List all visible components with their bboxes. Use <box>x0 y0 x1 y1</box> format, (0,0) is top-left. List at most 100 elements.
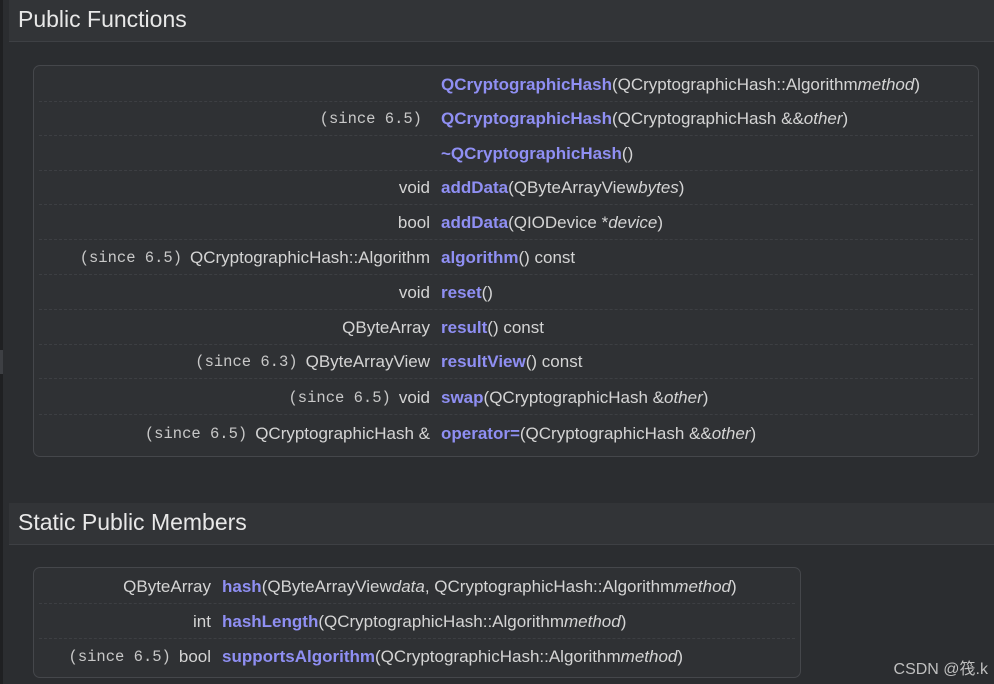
since-version: (since 6.5) <box>144 425 248 443</box>
table-row: void addData (QByteArrayView bytes) <box>39 171 973 205</box>
table-row: (since 6.5) QCryptographicHash (QCryptogr… <box>39 102 973 136</box>
signature-cell: algorithm() const <box>441 241 575 274</box>
table-row: (since 6.3) QByteArrayView resultView() c… <box>39 345 973 379</box>
return-type: int <box>193 611 211 631</box>
table-row: (since 6.5) void swap (QCryptographicHash … <box>39 381 973 415</box>
signature-cell: addData (QByteArrayView bytes) <box>441 171 684 204</box>
section-header-static-public-members: Static Public Members <box>9 503 994 545</box>
function-link[interactable]: hash <box>222 577 262 597</box>
param-name: device <box>608 212 658 232</box>
param-name: data <box>391 576 425 596</box>
signature-args: (QCryptographicHash::Algorithm <box>375 647 621 666</box>
signature-cell: addData (QIODevice * device) <box>441 206 663 239</box>
param-name: method <box>620 647 678 666</box>
signature-close: ) <box>702 387 709 407</box>
return-type-cell: void <box>39 276 430 309</box>
return-type-cell: void <box>39 171 430 204</box>
signature-args: (QByteArrayView <box>508 177 639 197</box>
return-type-cell: QByteArray <box>39 311 430 344</box>
signature-close: ) <box>914 74 921 94</box>
section-header-public-functions: Public Functions <box>9 0 994 42</box>
return-type: void <box>398 282 430 302</box>
function-link[interactable]: addData <box>441 213 508 233</box>
param-name: method <box>857 74 915 94</box>
return-type-cell: bool <box>39 206 430 239</box>
function-link[interactable]: supportsAlgorithm <box>222 647 375 667</box>
signature-cell: resultView() const <box>441 345 582 378</box>
table-row: bool addData (QIODevice * device) <box>39 206 973 240</box>
signature-cell: hash (QByteArrayView data, QCryptographic… <box>222 570 737 603</box>
signature-close: ) <box>677 647 684 666</box>
signature-args: (QCryptographicHash & <box>483 387 664 407</box>
signature-args: (QCryptographicHash::Algorithm <box>611 74 858 94</box>
since-version: (since 6.5) <box>79 248 183 267</box>
return-type-cell: QByteArray <box>39 570 211 603</box>
return-type: void <box>398 387 430 407</box>
signature-args: () const <box>518 247 576 267</box>
function-link[interactable]: resultView <box>441 352 526 372</box>
return-type-cell: int <box>39 605 211 638</box>
return-type-cell: (since 6.5) <box>39 102 430 135</box>
return-type: void <box>398 177 430 197</box>
param-name: other <box>711 424 751 443</box>
table-row: QByteArray result() const <box>39 311 973 345</box>
signature-close: ) <box>842 108 849 128</box>
signature-cell: swap (QCryptographicHash & other) <box>441 381 708 414</box>
return-type: QCryptographicHash::Algorithm <box>190 247 430 267</box>
signature-args: () const <box>525 351 583 371</box>
section-title-static-public-members: Static Public Members <box>18 509 247 535</box>
table-row: (since 6.5) QCryptographicHash::Algorithm… <box>39 241 973 275</box>
return-type-cell: (since 6.5) QCryptographicHash::Algorithm <box>39 241 430 274</box>
signature-args: (QByteArrayView <box>261 576 392 596</box>
signature-args: () <box>621 143 634 163</box>
signature-close: ) <box>678 177 685 197</box>
signature-cell: QCryptographicHash (QCryptographicHash &&… <box>441 102 848 135</box>
function-link[interactable]: ~QCryptographicHash <box>441 144 622 164</box>
signature-close: ) <box>750 424 757 443</box>
function-link[interactable]: algorithm <box>441 248 518 268</box>
since-version: (since 6.5) <box>319 109 422 128</box>
signature-cell: reset() <box>441 276 493 309</box>
param-name: bytes <box>638 177 679 197</box>
function-link[interactable]: QCryptographicHash <box>441 109 612 129</box>
table-row: ~QCryptographicHash() <box>39 137 973 171</box>
function-link[interactable]: operator= <box>441 424 520 444</box>
signature-cell: hashLength (QCryptographicHash::Algorithm… <box>222 605 626 638</box>
left-edge-highlight <box>0 350 3 374</box>
signature-cell: result() const <box>441 311 544 344</box>
table-row: (since 6.5) QCryptographicHash & operator… <box>39 417 973 451</box>
signature-close: ) <box>657 212 664 232</box>
since-version: (since 6.5) <box>288 388 391 407</box>
table-row: QCryptographicHash (QCryptographicHash::A… <box>39 68 973 102</box>
return-type: QByteArray <box>342 317 430 337</box>
signature-args: () const <box>487 317 544 337</box>
signature-cell: supportsAlgorithm (QCryptographicHash::Al… <box>222 640 683 674</box>
signature-close: ) <box>730 576 737 596</box>
signature-cell: QCryptographicHash (QCryptographicHash::A… <box>441 68 920 101</box>
signature-cell: ~QCryptographicHash() <box>441 137 633 170</box>
return-type-cell: (since 6.5) bool <box>39 640 211 674</box>
signature-args: (QCryptographicHash && <box>611 108 804 128</box>
since-version: (since 6.5) <box>68 648 171 666</box>
table-row: int hashLength (QCryptographicHash::Algor… <box>39 605 795 639</box>
signature-close: ) <box>620 611 627 631</box>
signature-args: (QCryptographicHash && <box>519 424 712 443</box>
function-link[interactable]: QCryptographicHash <box>441 75 612 95</box>
signature-args: () <box>481 282 493 302</box>
param-name: method <box>564 611 621 631</box>
function-link[interactable]: swap <box>441 388 484 408</box>
return-type-cell <box>39 68 430 101</box>
return-type-cell: (since 6.5) QCryptographicHash & <box>39 417 430 451</box>
return-type: bool <box>397 212 430 232</box>
function-link[interactable]: reset <box>441 283 482 303</box>
table-row: (since 6.5) bool supportsAlgorithm (QCrypt… <box>39 640 795 674</box>
return-type: QByteArray <box>123 576 211 596</box>
signature-args: (QCryptographicHash::Algorithm <box>318 611 564 631</box>
static-members-table: QByteArray hash (QByteArrayView data, QCr… <box>33 567 801 678</box>
function-link[interactable]: hashLength <box>222 612 318 632</box>
function-link[interactable]: result <box>441 318 487 338</box>
function-link[interactable]: addData <box>441 178 508 198</box>
return-type: bool <box>178 647 211 666</box>
public-functions-table: QCryptographicHash (QCryptographicHash::A… <box>33 65 979 457</box>
return-type-cell: (since 6.5) void <box>39 381 430 414</box>
